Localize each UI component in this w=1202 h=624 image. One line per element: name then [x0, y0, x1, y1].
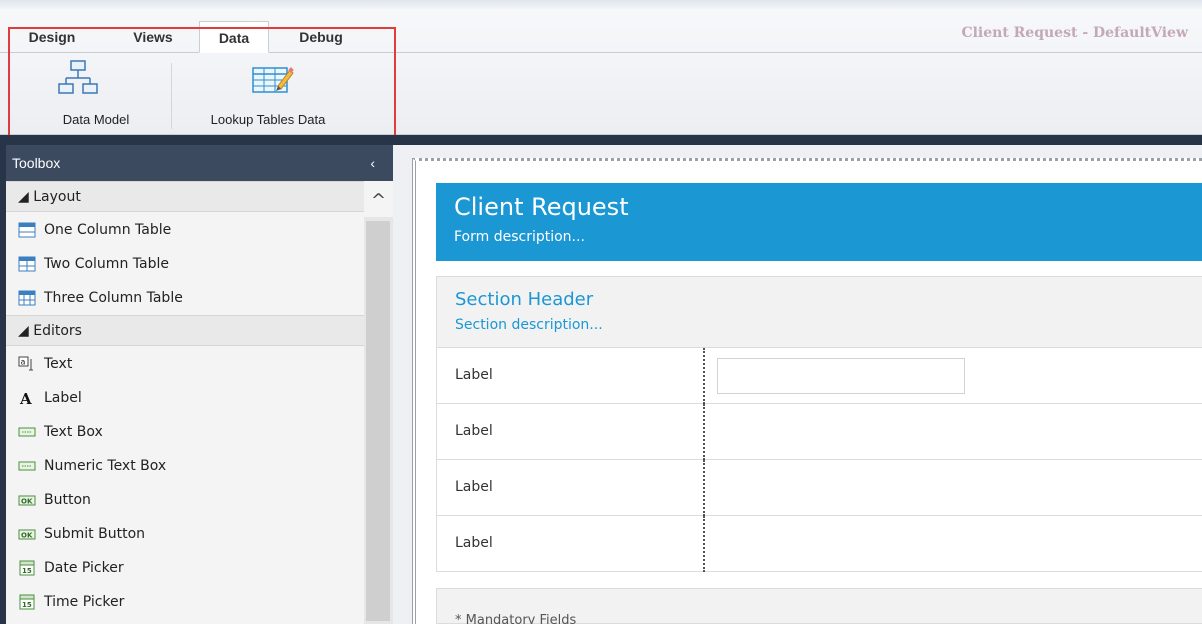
column-divider [703, 404, 705, 460]
toolbox-item-label: Text Box [44, 424, 103, 440]
collapse-icon[interactable]: ‹ [370, 145, 375, 181]
svg-text:15: 15 [22, 601, 32, 609]
field-label: Label [455, 535, 493, 551]
window-top-strip [0, 0, 1202, 9]
tab-design[interactable]: Design [18, 21, 86, 53]
toolbox-item-date-picker[interactable]: 15 Date Picker [6, 551, 364, 585]
toolbox-title: Toolbox [12, 155, 61, 171]
data-model-icon [58, 60, 98, 94]
textbox-icon [18, 427, 36, 437]
form-row[interactable]: Label [436, 348, 1202, 404]
toolbox-group-editors[interactable]: ◢ Editors [6, 315, 364, 346]
toolbox-item-time-picker[interactable]: 15 Time Picker [6, 585, 364, 619]
scrollbar-thumb[interactable] [366, 221, 390, 621]
field-label: Label [455, 367, 493, 383]
toolbox-item-numeric-text-box[interactable]: Numeric Text Box [6, 449, 364, 483]
toolbox-item-label: Time Picker [44, 594, 125, 610]
ribbon-tab-row: Design Views Data Debug Client Request -… [0, 9, 1202, 53]
toolbox-group-layout[interactable]: ◢ Layout [6, 181, 364, 212]
toolbox-item-label: Date Picker [44, 560, 124, 576]
lookup-tables-icon [252, 67, 294, 93]
section-description: Section description... [455, 317, 603, 333]
form-footer: * Mandatory Fields [436, 588, 1202, 624]
svg-text:15: 15 [22, 567, 32, 575]
two-column-table-icon [18, 256, 36, 272]
three-column-table-icon [18, 290, 36, 306]
text-input[interactable] [717, 358, 965, 394]
svg-text:A: A [19, 390, 32, 406]
toolbox-item-label: Submit Button [44, 526, 146, 542]
section-header[interactable]: Section Header Section description... [436, 276, 1202, 348]
toolbox-item-label-control[interactable]: A Label [6, 381, 364, 415]
time-picker-icon: 15 [19, 594, 35, 610]
toolbox-item-label: One Column Table [44, 222, 172, 238]
app-dark-band [0, 135, 1202, 145]
toolbox-item-label: Two Column Table [44, 256, 169, 272]
toolbox-header: Toolbox ‹ [6, 145, 393, 181]
column-divider [703, 460, 705, 516]
tab-debug[interactable]: Debug [282, 21, 360, 53]
field-label: Label [455, 479, 493, 495]
button-icon: OK [18, 495, 36, 506]
scroll-up-icon[interactable]: ^ [364, 181, 393, 217]
field-label: Label [455, 423, 493, 439]
date-picker-icon: 15 [19, 560, 35, 576]
one-column-table-icon [18, 222, 36, 238]
svg-text:a: a [21, 358, 26, 367]
form-title: Client Request [454, 193, 629, 221]
lookup-tables-data-button[interactable]: Lookup Tables Data [196, 57, 340, 131]
tab-views[interactable]: Views [118, 21, 188, 53]
column-divider [703, 348, 705, 404]
text-icon: a [18, 356, 33, 371]
ribbon: Design Views Data Debug Client Request -… [0, 9, 1202, 141]
column-divider [703, 516, 705, 572]
data-model-label: Data Model [62, 112, 130, 127]
form-description: Form description... [454, 229, 585, 245]
form-header[interactable]: Client Request Form description... [436, 183, 1202, 261]
toolbox-item-label: Numeric Text Box [44, 458, 167, 474]
toolbox-scrollbar[interactable]: ^ [364, 181, 393, 624]
toolbox-item-text-box[interactable]: Text Box [6, 415, 364, 449]
svg-text:OK: OK [21, 532, 33, 540]
form-row[interactable]: Label [436, 460, 1202, 516]
tab-data[interactable]: Data [199, 21, 269, 53]
label-icon: A [19, 390, 32, 406]
numeric-textbox-icon [18, 461, 36, 471]
toolbox-item-label: Three Column Table [44, 290, 183, 306]
toolbox-list: ◢ Layout One Column Table Two Column Tab… [6, 181, 364, 624]
toolbox-panel: Toolbox ‹ ◢ Layout One Column Table Two … [6, 145, 393, 624]
toolbox-item-button[interactable]: OK Button [6, 483, 364, 517]
mandatory-fields-note: * Mandatory Fields [455, 613, 577, 624]
toolbox-item-label: Text [44, 356, 73, 372]
toolbox-item-one-column-table[interactable]: One Column Table [6, 213, 364, 247]
section-title: Section Header [455, 289, 594, 310]
form-row[interactable]: Label [436, 404, 1202, 460]
window-title: Client Request - DefaultView [961, 25, 1188, 41]
toolbox-item-text[interactable]: a Text [6, 347, 364, 381]
lookup-tables-data-label: Lookup Tables Data [210, 112, 326, 127]
toolbox-item-three-column-table[interactable]: Three Column Table [6, 281, 364, 315]
toolbox-item-label: Button [44, 492, 91, 508]
submit-button-icon: OK [18, 529, 36, 540]
form-row[interactable]: Label [436, 516, 1202, 572]
data-model-button[interactable]: Data Model [40, 57, 152, 131]
ribbon-separator [171, 63, 172, 129]
toolbox-item-label: Label [44, 390, 82, 406]
toolbox-item-two-column-table[interactable]: Two Column Table [6, 247, 364, 281]
svg-text:OK: OK [21, 498, 33, 506]
toolbox-item-submit-button[interactable]: OK Submit Button [6, 517, 364, 551]
